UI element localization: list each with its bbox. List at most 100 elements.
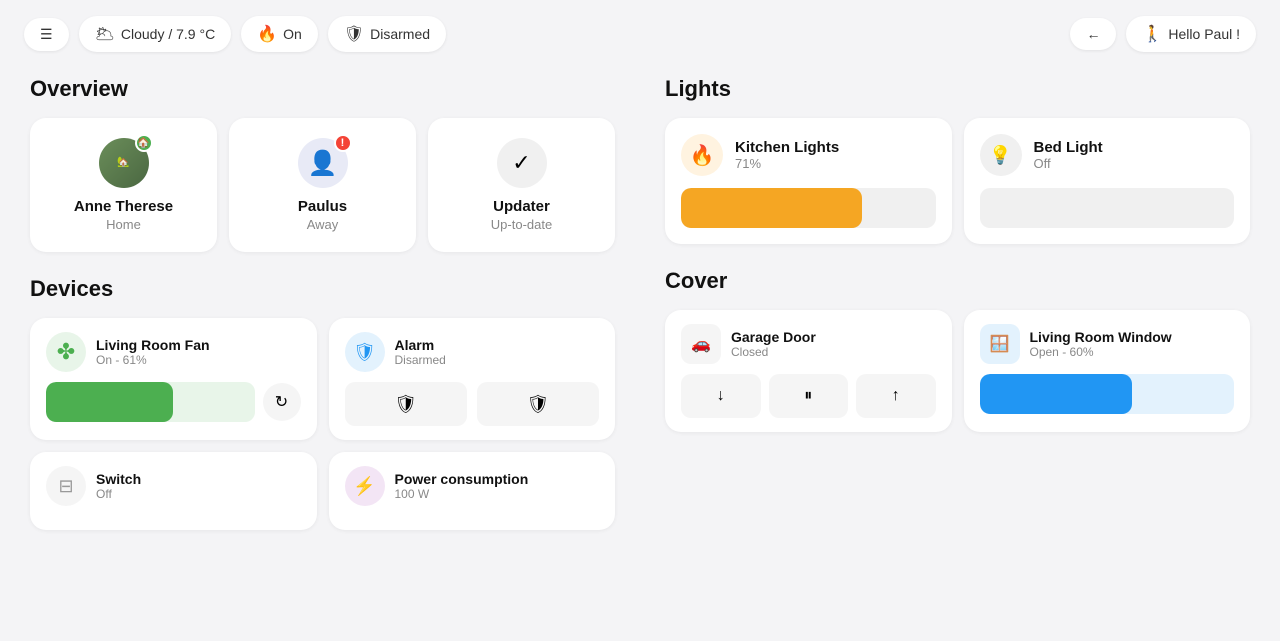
kitchen-bar-fill [681, 188, 862, 228]
light-card-kitchen[interactable]: 🔥 Kitchen Lights 71% [665, 118, 952, 244]
top-left-controls: ☰ 🌥 Cloudy / 7.9 °C 🔥 On 🛡 Disarmed [24, 16, 446, 52]
garage-up-button[interactable]: ↑ [856, 374, 936, 418]
paulus-sub: Away [307, 217, 339, 232]
garage-icon: 🚗 [681, 324, 721, 364]
garage-status: Closed [731, 345, 816, 359]
fan-info: Living Room Fan On - 61% [96, 337, 210, 367]
bed-header: 💡 Bed Light Off [980, 134, 1235, 176]
cover-section: Cover 🚗 Garage Door Closed ↓ ⏸ ↑ [665, 268, 1250, 432]
switch-icon: ⊟ [46, 466, 86, 506]
switch-name: Switch [96, 471, 141, 487]
bed-info: Bed Light Off [1034, 139, 1103, 171]
kitchen-status: 71% [735, 156, 839, 171]
anne-sub: Home [106, 217, 141, 232]
updater-name: Updater [493, 198, 550, 215]
alarm-status: Disarmed [395, 353, 446, 367]
power-icon: ⚡ [345, 466, 385, 506]
switch-header: ⊟ Switch Off [46, 466, 301, 506]
fan-bar-container: ↻ [46, 382, 301, 422]
kitchen-info: Kitchen Lights 71% [735, 139, 839, 171]
security-pill[interactable]: 🛡 Disarmed [328, 16, 446, 52]
fire-pill[interactable]: 🔥 On [241, 16, 318, 52]
cover-card-garage[interactable]: 🚗 Garage Door Closed ↓ ⏸ ↑ [665, 310, 952, 432]
cover-cards: 🚗 Garage Door Closed ↓ ⏸ ↑ [665, 310, 1250, 432]
window-name: Living Room Window [1030, 329, 1172, 345]
paulus-name: Paulus [298, 198, 347, 215]
overview-section: Overview 🏡 🏠 Anne Therese Home 👤 ! [30, 76, 615, 252]
overview-cards: 🏡 🏠 Anne Therese Home 👤 ! Paulus Away [30, 118, 615, 252]
greeting-pill[interactable]: 🚶 Hello Paul ! [1126, 16, 1256, 52]
garage-buttons: ↓ ⏸ ↑ [681, 374, 936, 418]
fan-icon: ✤ [46, 332, 86, 372]
weather-icon: 🌥 [95, 24, 115, 44]
updater-icon: ✓ [497, 138, 547, 188]
devices-grid: ✤ Living Room Fan On - 61% ↻ [30, 318, 615, 530]
main-content: Overview 🏡 🏠 Anne Therese Home 👤 ! [0, 68, 1280, 550]
menu-button[interactable]: ☰ [24, 18, 69, 51]
fan-refresh-button[interactable]: ↻ [263, 383, 301, 421]
window-status: Open - 60% [1030, 345, 1172, 359]
device-card-power[interactable]: ⚡ Power consumption 100 W [329, 452, 616, 530]
switch-status: Off [96, 487, 141, 501]
menu-icon: ☰ [40, 26, 53, 43]
device-card-alarm[interactable]: 🛡 Alarm Disarmed 🛡 🛡 [329, 318, 616, 440]
power-name: Power consumption [395, 471, 529, 487]
anne-avatar-container: 🏡 🏠 [99, 138, 149, 188]
switch-info: Switch Off [96, 471, 141, 501]
garage-name: Garage Door [731, 329, 816, 345]
bed-bar-bg [980, 188, 1235, 228]
fan-bar-fill [46, 382, 173, 422]
weather-text: Cloudy / 7.9 °C [121, 26, 215, 42]
fan-name: Living Room Fan [96, 337, 210, 353]
paulus-badge: ! [334, 134, 352, 152]
cover-card-window[interactable]: 🪟 Living Room Window Open - 60% [964, 310, 1251, 432]
kitchen-header: 🔥 Kitchen Lights 71% [681, 134, 936, 176]
top-right-controls: ← 🚶 Hello Paul ! [1070, 16, 1256, 52]
back-icon: ← [1086, 26, 1100, 42]
overview-title: Overview [30, 76, 615, 102]
shield-icon: 🛡 [344, 24, 364, 44]
garage-header: 🚗 Garage Door Closed [681, 324, 936, 364]
weather-pill[interactable]: 🌥 Cloudy / 7.9 °C [79, 16, 232, 52]
top-bar: ☰ 🌥 Cloudy / 7.9 °C 🔥 On 🛡 Disarmed ← 🚶 … [0, 0, 1280, 68]
alarm-header: 🛡 Alarm Disarmed [345, 332, 600, 372]
window-bar-bg [980, 374, 1235, 414]
lights-cards: 🔥 Kitchen Lights 71% 💡 [665, 118, 1250, 244]
window-bar-fill [980, 374, 1133, 414]
updater-sub: Up-to-date [491, 217, 552, 232]
bed-status: Off [1034, 156, 1103, 171]
power-status: 100 W [395, 487, 529, 501]
left-column: Overview 🏡 🏠 Anne Therese Home 👤 ! [30, 68, 615, 530]
power-info: Power consumption 100 W [395, 471, 529, 501]
light-card-bed[interactable]: 💡 Bed Light Off [964, 118, 1251, 244]
alarm-icon: 🛡 [345, 332, 385, 372]
fire-icon: 🔥 [257, 24, 277, 44]
fan-bar-bg [46, 382, 255, 422]
lights-section: Lights 🔥 Kitchen Lights 71% [665, 76, 1250, 244]
back-button[interactable]: ← [1070, 18, 1116, 50]
greeting-text: Hello Paul ! [1168, 26, 1240, 42]
overview-card-paulus[interactable]: 👤 ! Paulus Away [229, 118, 416, 252]
alarm-arm-button[interactable]: 🛡 [477, 382, 599, 426]
alarm-disarm-button[interactable]: 🛡 [345, 382, 467, 426]
paulus-avatar-container: 👤 ! [298, 138, 348, 188]
device-card-switch[interactable]: ⊟ Switch Off [30, 452, 317, 530]
devices-section: Devices ✤ Living Room Fan On - 61% [30, 276, 615, 530]
cover-title: Cover [665, 268, 1250, 294]
bed-icon: 💡 [980, 134, 1022, 176]
device-card-fan[interactable]: ✤ Living Room Fan On - 61% ↻ [30, 318, 317, 440]
overview-card-updater[interactable]: ✓ Updater Up-to-date [428, 118, 615, 252]
fan-header: ✤ Living Room Fan On - 61% [46, 332, 301, 372]
window-info: Living Room Window Open - 60% [1030, 329, 1172, 359]
power-header: ⚡ Power consumption 100 W [345, 466, 600, 506]
overview-card-anne[interactable]: 🏡 🏠 Anne Therese Home [30, 118, 217, 252]
right-column: Lights 🔥 Kitchen Lights 71% [665, 68, 1250, 530]
garage-info: Garage Door Closed [731, 329, 816, 359]
anne-badge: 🏠 [135, 134, 153, 152]
garage-down-button[interactable]: ↓ [681, 374, 761, 418]
kitchen-icon: 🔥 [681, 134, 723, 176]
garage-pause-button[interactable]: ⏸ [769, 374, 849, 418]
kitchen-name: Kitchen Lights [735, 139, 839, 156]
anne-name: Anne Therese [74, 198, 173, 215]
user-icon: 🚶 [1142, 24, 1162, 44]
